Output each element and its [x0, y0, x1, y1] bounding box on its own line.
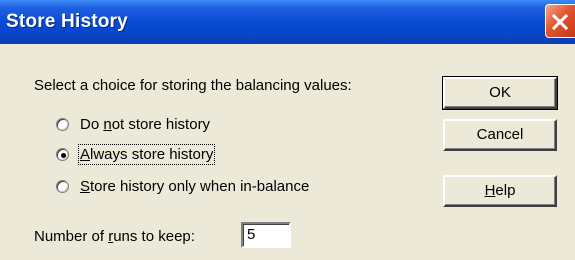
title-bar[interactable]: Store History: [0, 0, 575, 44]
radio-button-indicator[interactable]: [56, 118, 69, 131]
close-icon: [552, 14, 568, 30]
help-button-label: Help: [484, 182, 516, 199]
radio-button-indicator-selected[interactable]: [56, 148, 69, 161]
close-button[interactable]: [545, 4, 575, 38]
radio-button-indicator[interactable]: [56, 180, 69, 193]
radio-label-do-not-store[interactable]: Do not store history: [80, 116, 210, 133]
runs-to-keep-input[interactable]: 5: [241, 222, 291, 248]
label-part: Store history only when in-balance: [80, 178, 310, 195]
window-title: Store History: [6, 11, 128, 32]
runs-to-keep-label: Number of runs to keep:: [34, 228, 195, 245]
radio-label-always-store[interactable]: Always store history: [77, 144, 216, 165]
radio-label-store-when-in-balance[interactable]: Store history only when in-balance: [80, 178, 309, 195]
label-part: Do not store history: [80, 116, 211, 133]
cancel-button[interactable]: Cancel: [443, 119, 557, 151]
help-button[interactable]: Help: [443, 175, 557, 207]
ok-button[interactable]: OK: [442, 76, 558, 110]
radio-selected-dot: [61, 153, 66, 158]
history-prompt-label: Select a choice for storing the balancin…: [34, 77, 352, 94]
label-part: Always store history: [80, 146, 214, 163]
